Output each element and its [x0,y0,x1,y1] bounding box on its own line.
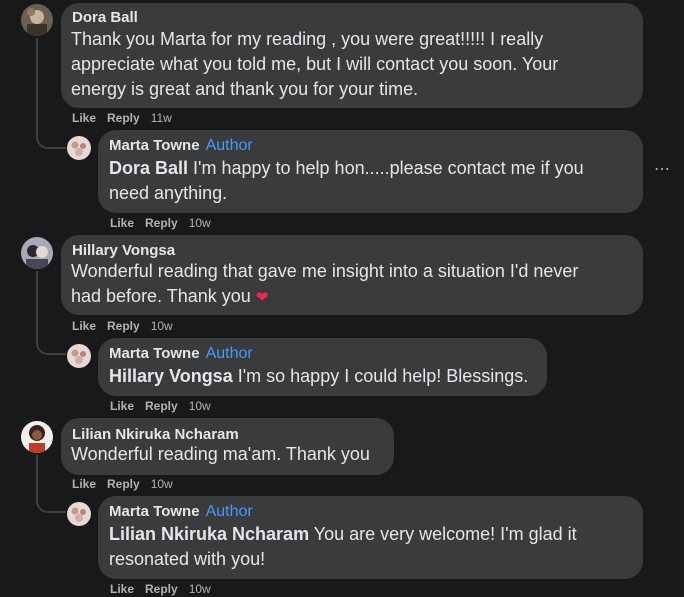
comment-text-line: Wonderful reading that gave me insight i… [71,261,579,281]
reply-author-link[interactable]: Marta Towne [109,503,200,520]
avatar-marta-towne[interactable] [67,344,91,368]
reply-text: I'm so happy I could help! Blessings. [232,366,529,386]
comment-actions: Like Reply 10w [72,319,184,333]
comment-text: had before. Thank you [71,286,256,306]
comment-timestamp[interactable]: 11w [151,111,172,125]
avatar-hillary-vongsa[interactable] [21,237,53,269]
reply-button[interactable]: Reply [145,216,178,230]
avatar-dora-ball[interactable] [21,4,53,36]
comment-text-line: had before. Thank you ❤ [71,284,268,310]
reply-text-line: Hillary Vongsa I'm so happy I could help… [109,364,528,389]
comment-section: Dora Ball Thank you Marta for my reading… [0,0,684,597]
more-options-icon[interactable]: ⋯ [652,160,672,180]
like-button[interactable]: Like [110,582,134,596]
avatar-lilian-nkiruka-ncharam[interactable] [21,421,53,453]
reply-actions: Like Reply 10w [110,216,222,230]
reply-button[interactable]: Reply [107,319,140,333]
comment-actions: Like Reply 10w [72,477,184,491]
like-button[interactable]: Like [72,111,96,125]
comment-text-line: energy is great and thank you for your t… [71,79,419,99]
comment-text-line: appreciate what you told me, but I will … [71,54,559,74]
reply-text-line: need anything. [109,183,228,203]
reply-timestamp[interactable]: 10w [189,582,211,596]
reply-button[interactable]: Reply [145,582,178,596]
reply-timestamp[interactable]: 10w [189,399,211,413]
reply-author-link[interactable]: Marta Towne [109,137,200,154]
avatar-marta-towne[interactable] [67,136,91,160]
reply-actions: Like Reply 10w [110,582,222,596]
comment-actions: Like Reply 11w [72,111,183,125]
reply-actions: Like Reply 10w [110,399,222,413]
like-button[interactable]: Like [72,477,96,491]
comment-author-name[interactable]: Hillary Vongsa [72,242,175,259]
reply-text-line: Lilian Nkiruka Ncharam You are very welc… [109,522,577,547]
heart-icon: ❤ [255,289,269,306]
reply-text-line: resonated with you! [109,549,266,569]
reply-text: You are very welcome! I'm glad it [309,524,577,544]
comment-text-line: Thank you Marta for my reading , you wer… [71,29,544,49]
comment-text-line: Wonderful reading ma'am. Thank you [71,444,370,464]
comment-author-name[interactable]: Dora Ball [72,9,138,26]
author-badge: Author [205,137,253,154]
mention-link[interactable]: Hillary Vongsa [109,366,233,386]
like-button[interactable]: Like [72,319,96,333]
reply-text: I'm happy to help hon.....please contact… [188,158,584,178]
comment-timestamp[interactable]: 10w [151,477,173,491]
comment-timestamp[interactable]: 10w [151,319,173,333]
like-button[interactable]: Like [110,216,134,230]
like-button[interactable]: Like [110,399,134,413]
reply-button[interactable]: Reply [107,111,140,125]
reply-author-name: Marta Towne Author [109,137,253,155]
reply-author-name: Marta Towne Author [109,345,253,363]
reply-timestamp[interactable]: 10w [189,216,211,230]
mention-link[interactable]: Lilian Nkiruka Ncharam [109,524,309,544]
comment-author-name[interactable]: Lilian Nkiruka Ncharam [72,426,239,443]
mention-link[interactable]: Dora Ball [109,158,188,178]
reply-button[interactable]: Reply [107,477,140,491]
reply-text-line: Dora Ball I'm happy to help hon.....plea… [109,156,584,181]
reply-author-name: Marta Towne Author [109,503,253,521]
author-badge: Author [205,345,253,362]
reply-author-link[interactable]: Marta Towne [109,345,200,362]
avatar-marta-towne[interactable] [67,502,91,526]
author-badge: Author [205,503,253,520]
reply-button[interactable]: Reply [145,399,178,413]
